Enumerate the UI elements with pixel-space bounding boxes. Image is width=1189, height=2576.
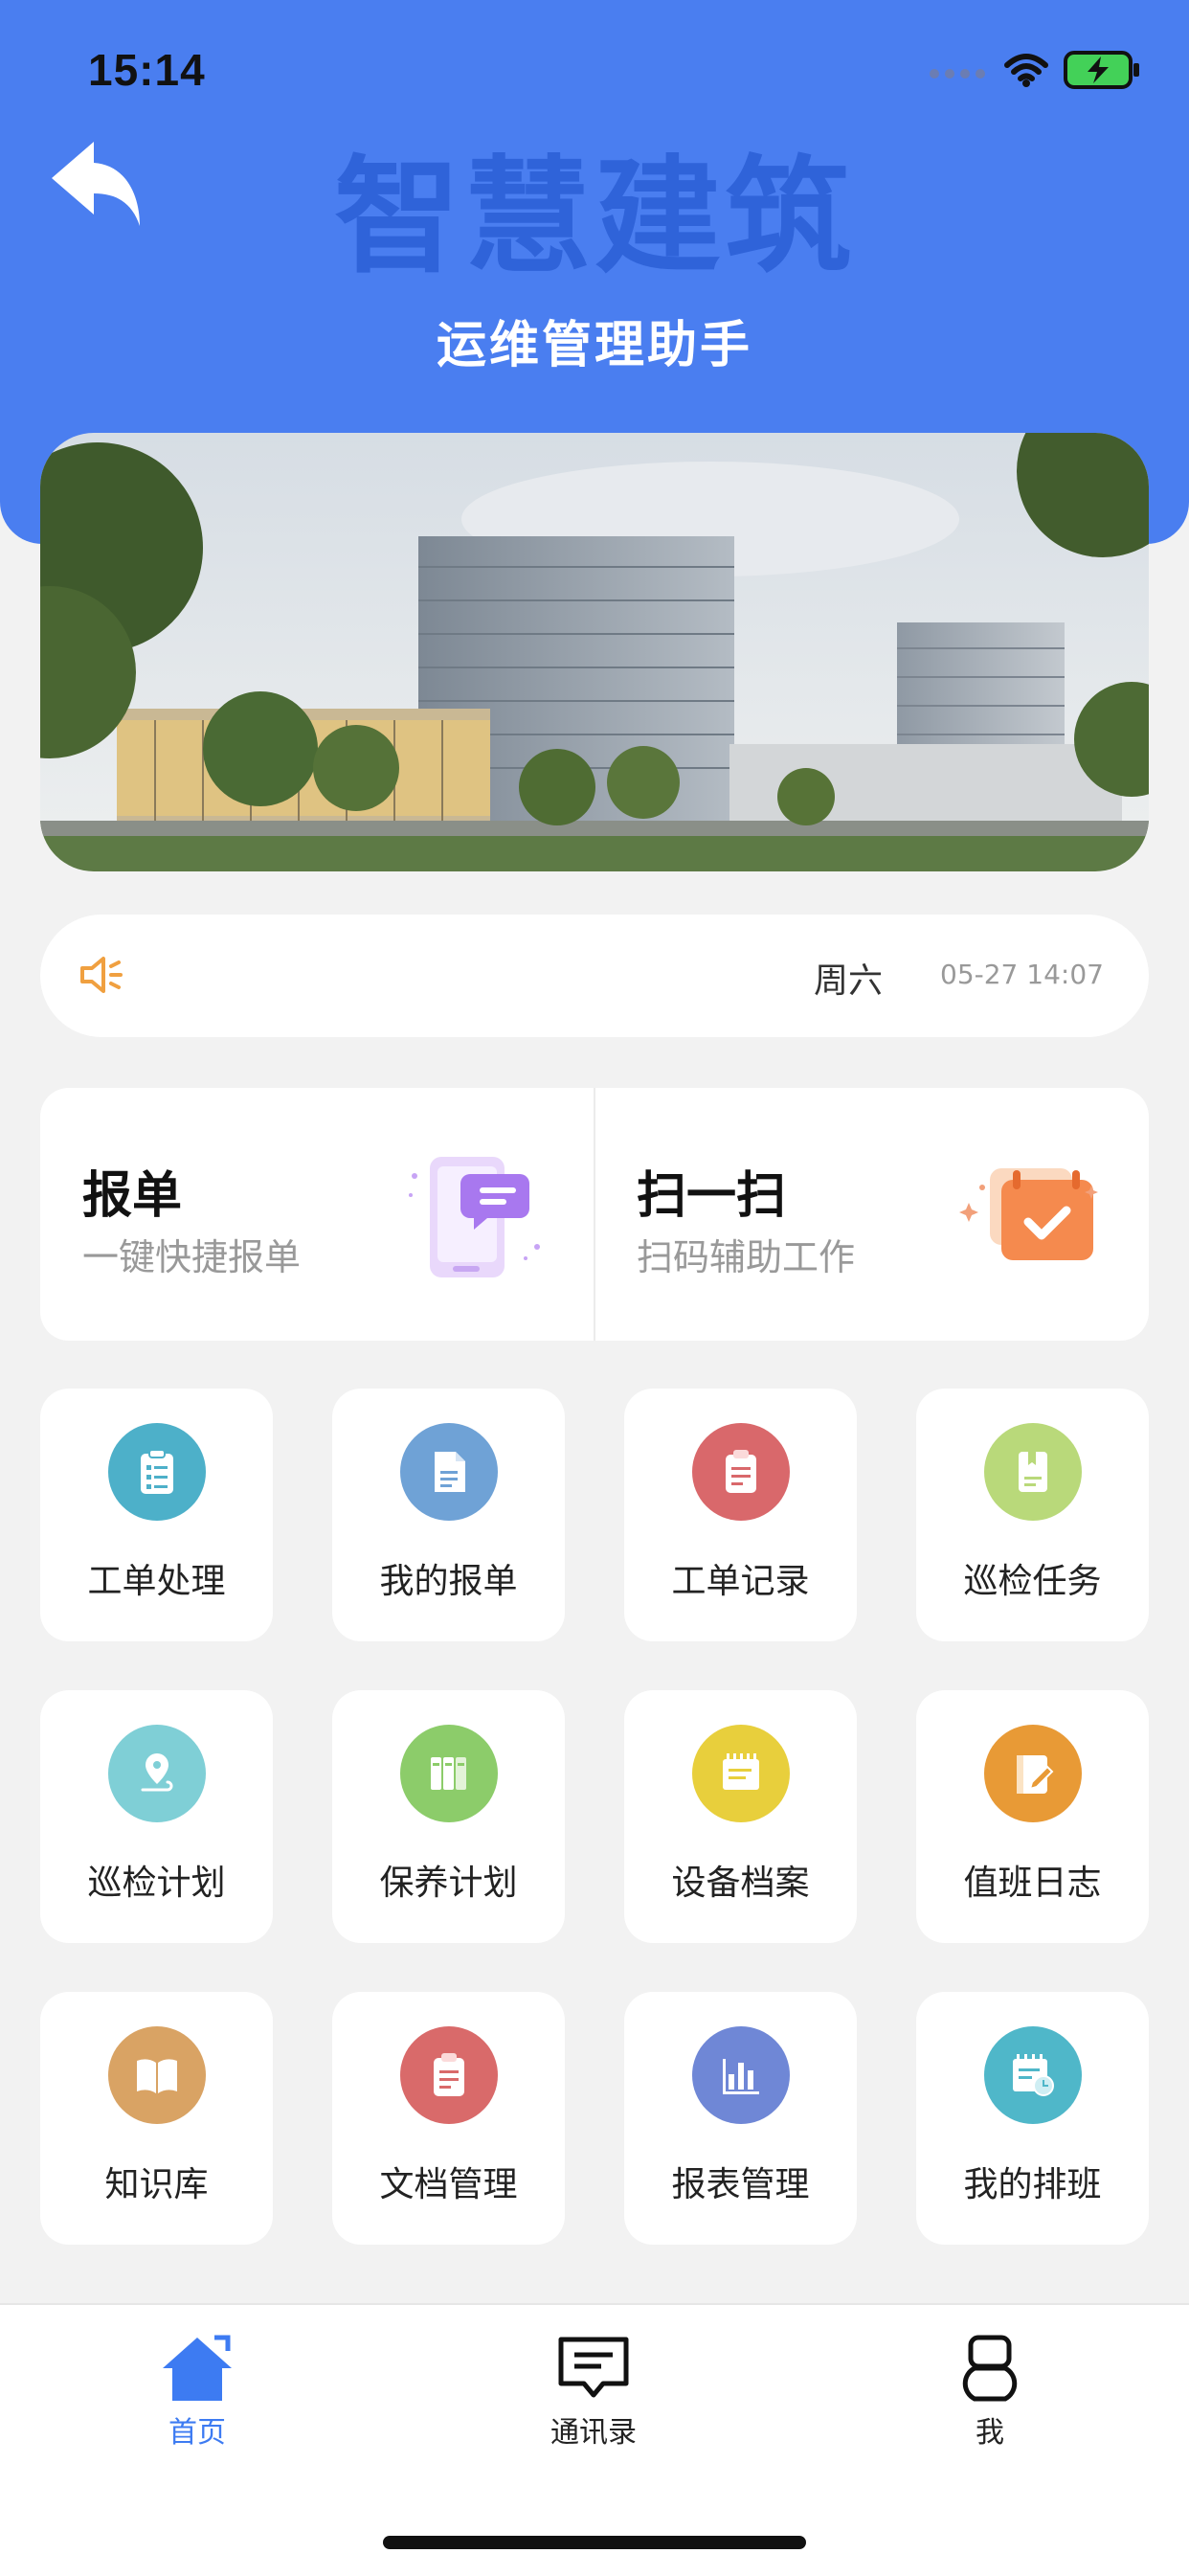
grid-item-maintenance-plan[interactable]: 保养计划 (332, 1690, 565, 1943)
home-icon (163, 2335, 232, 2401)
battery-charging-icon (1064, 51, 1139, 89)
edit-log-icon (984, 1725, 1082, 1822)
clipboard-icon (692, 1423, 790, 1521)
grid-item-work-order-records[interactable]: 工单记录 (624, 1389, 857, 1641)
tab-contacts[interactable]: 通讯录 (498, 2334, 689, 2451)
grid-item-inspection-plan[interactable]: 巡检计划 (40, 1690, 273, 1943)
notice-bar[interactable]: 周六 05-27 14:07 (40, 915, 1149, 1037)
grid-item-label: 我的排班 (963, 2165, 1102, 2204)
grid-item-label: 工单处理 (87, 1562, 226, 1601)
grid-item-equipment-files[interactable]: 设备档案 (624, 1690, 857, 1943)
message-icon (558, 2337, 629, 2398)
grid-item-label: 巡检任务 (963, 1562, 1102, 1601)
grid-item-report-management[interactable]: 报表管理 (624, 1992, 857, 2245)
wifi-icon (1004, 54, 1048, 87)
home-indicator (383, 2536, 806, 2549)
grid-item-label: 报表管理 (671, 2165, 810, 2204)
status-icons (929, 50, 1141, 90)
calendar-clock-icon (984, 2026, 1082, 2124)
calendar-check-icon (959, 1168, 1098, 1260)
book-icon (984, 1423, 1082, 1521)
report-action-title: 报单 (82, 1167, 183, 1225)
status-bar: 15:14 (0, 38, 1189, 105)
tab-home[interactable]: 首页 (101, 2334, 293, 2451)
grid-item-duty-log[interactable]: 值班日志 (916, 1690, 1149, 1943)
grid-item-label: 值班日志 (963, 1864, 1102, 1903)
grid-item-label: 知识库 (104, 2165, 209, 2204)
cellular-signal-icon (930, 69, 985, 79)
phone-message-icon (409, 1157, 540, 1277)
scan-action-desc: 扫码辅助工作 (637, 1236, 856, 1278)
scan-action[interactable]: 扫一扫 扫码辅助工作 (594, 1088, 1149, 1341)
scan-action-title: 扫一扫 (637, 1167, 787, 1225)
tab-me-label: 我 (976, 2416, 1004, 2450)
notice-datetime: 05-27 14:07 (940, 959, 1104, 990)
notepad-icon (692, 1725, 790, 1822)
grid-item-label: 我的报单 (379, 1562, 518, 1601)
bar-chart-icon (692, 2026, 790, 2124)
grid-item-label: 文档管理 (379, 2165, 518, 2204)
grid-item-label: 设备档案 (671, 1864, 810, 1903)
report-action-desc: 一键快捷报单 (82, 1236, 302, 1278)
clipboard-list-icon (108, 1423, 206, 1521)
page-subtitle: 运维管理助手 (436, 317, 752, 374)
binders-icon (400, 1725, 498, 1822)
grid-item-inspection-tasks[interactable]: 巡检任务 (916, 1389, 1149, 1641)
grid-item-my-schedule[interactable]: 我的排班 (916, 1992, 1149, 2245)
grid-item-work-order-process[interactable]: 工单处理 (40, 1389, 273, 1641)
clipboard-doc-icon (400, 2026, 498, 2124)
speaker-icon (80, 957, 123, 993)
user-icon (962, 2335, 1018, 2402)
document-icon (400, 1423, 498, 1521)
grid-item-knowledge-base[interactable]: 知识库 (40, 1992, 273, 2245)
grid-item-document-management[interactable]: 文档管理 (332, 1992, 565, 2245)
tab-me[interactable]: 我 (894, 2334, 1086, 2451)
notice-weekday: 周六 (814, 961, 884, 1001)
grid-item-label: 巡检计划 (87, 1864, 226, 1903)
location-pin-icon (108, 1725, 206, 1822)
grid-item-my-reports[interactable]: 我的报单 (332, 1389, 565, 1641)
grid-item-label: 保养计划 (379, 1864, 518, 1903)
tab-contacts-label: 通讯录 (550, 2416, 637, 2450)
open-book-icon (108, 2026, 206, 2124)
building-banner-image (40, 433, 1149, 871)
brand-title: 智慧建筑 (334, 144, 855, 291)
grid-item-label: 工单记录 (671, 1562, 810, 1601)
report-action[interactable]: 报单 一键快捷报单 (40, 1088, 594, 1341)
tab-home-label: 首页 (168, 2416, 226, 2450)
quick-actions-card: 报单 一键快捷报单 扫一扫 扫码辅助工作 (40, 1088, 1149, 1341)
status-time: 15:14 (88, 45, 206, 95)
